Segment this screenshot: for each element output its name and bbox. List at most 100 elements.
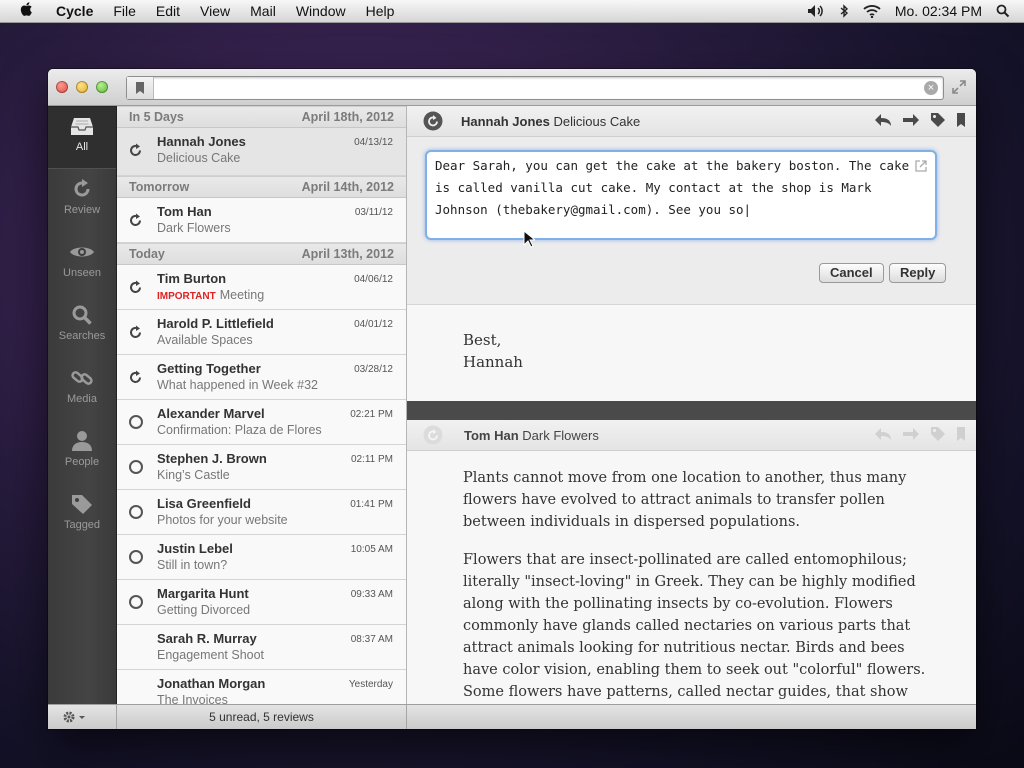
sidebar-item-label: Searches <box>58 330 106 342</box>
cancel-button[interactable]: Cancel <box>819 263 884 283</box>
reply-text: Dear Sarah, you can get the cake at the … <box>435 158 910 217</box>
sidebar-item-label: Review <box>63 204 101 216</box>
message-divider <box>407 401 976 420</box>
sidebar-item-all[interactable]: All <box>48 106 116 169</box>
list-item[interactable]: Jonathan Morgan The Invoices Yesterday <box>117 670 406 704</box>
list-item[interactable]: Tom Han Dark Flowers 03/11/12 <box>117 198 406 243</box>
status-count: 5 unread, 5 reviews <box>209 710 314 724</box>
unread-circle-icon[interactable] <box>128 414 144 430</box>
list-item[interactable]: Tim Burton IMPORTANT Meeting 04/06/12 <box>117 265 406 310</box>
sidebar-item-searches[interactable]: Searches <box>48 295 116 358</box>
paragraph: Plants cannot move from one location to … <box>463 470 907 530</box>
menu-view[interactable]: View <box>200 3 230 19</box>
reply-icon[interactable] <box>874 426 892 442</box>
forward-icon[interactable] <box>902 112 920 128</box>
list-item[interactable]: Sarah R. Murray Engagement Shoot 08:37 A… <box>117 625 406 670</box>
unread-circle-icon[interactable] <box>128 549 144 565</box>
wifi-icon[interactable] <box>863 4 881 18</box>
bookmark-icon[interactable] <box>956 112 966 128</box>
tag-icon[interactable] <box>930 112 946 128</box>
subject: King’s Castle <box>157 468 230 482</box>
list-item[interactable]: Margarita Hunt Getting Divorced 09:33 AM <box>117 580 406 625</box>
sender-name: Margarita Hunt <box>157 586 249 601</box>
bookmark-icon[interactable] <box>956 426 966 442</box>
date: 01:41 PM <box>350 499 393 510</box>
signoff-name: Hannah <box>463 353 523 371</box>
subject: Delicious Cake <box>553 114 641 129</box>
minimize-window-button[interactable] <box>76 81 88 93</box>
unread-circle-icon[interactable] <box>128 504 144 520</box>
apple-menu-icon[interactable] <box>20 1 40 22</box>
eye-icon <box>70 247 94 257</box>
sender-name: Hannah Jones <box>461 114 550 129</box>
sidebar-item-unseen[interactable]: Unseen <box>48 232 116 295</box>
close-window-button[interactable] <box>56 81 68 93</box>
gear-icon[interactable] <box>62 710 86 724</box>
spotlight-search-icon[interactable] <box>996 4 1010 18</box>
clear-search-icon[interactable]: × <box>924 81 938 95</box>
zoom-window-button[interactable] <box>96 81 108 93</box>
search-input[interactable]: × <box>126 76 944 100</box>
reply-textarea[interactable]: Dear Sarah, you can get the cake at the … <box>425 150 937 240</box>
sidebar-item-tagged[interactable]: Tagged <box>48 484 116 547</box>
sidebar-item-review[interactable]: Review <box>48 169 116 232</box>
signoff-line: Best, <box>463 331 502 349</box>
message-actions <box>874 112 966 128</box>
subject: Dark Flowers <box>522 428 599 443</box>
subject: Dark Flowers <box>157 221 231 235</box>
subject: Delicious Cake <box>157 151 241 165</box>
list-item[interactable]: Lisa Greenfield Photos for your website … <box>117 490 406 535</box>
bookmark-icon[interactable] <box>127 77 154 99</box>
list-item[interactable]: Alexander Marvel Confirmation: Plaza de … <box>117 400 406 445</box>
volume-icon[interactable] <box>807 4 825 18</box>
list-item[interactable]: Stephen J. Brown King’s Castle 02:11 PM <box>117 445 406 490</box>
status-bar: 5 unread, 5 reviews <box>48 704 976 729</box>
list-item[interactable]: Justin Lebel Still in town? 10:05 AM <box>117 535 406 580</box>
sidebar-item-label: Media <box>67 393 97 405</box>
group-date: April 13th, 2012 <box>301 247 394 261</box>
sender-name: Tim Burton <box>157 271 227 286</box>
list-item[interactable]: Getting Together What happened in Week #… <box>117 355 406 400</box>
group-header: Tomorrow April 14th, 2012 <box>117 176 406 198</box>
subject: What happened in Week #32 <box>157 378 318 392</box>
sidebar-item-media[interactable]: Media <box>48 358 116 421</box>
sidebar-item-label: Unseen <box>63 267 101 279</box>
unread-circle-icon[interactable] <box>128 459 144 475</box>
reply-icon[interactable] <box>874 112 892 128</box>
fullscreen-icon[interactable] <box>952 80 966 97</box>
forward-icon[interactable] <box>902 426 920 442</box>
group-header: Today April 13th, 2012 <box>117 243 406 265</box>
unread-circle-icon[interactable] <box>128 594 144 610</box>
sidebar-item-people[interactable]: People <box>48 421 116 484</box>
popout-icon[interactable] <box>915 160 927 172</box>
important-badge: IMPORTANT <box>157 291 216 302</box>
review-icon <box>130 143 141 156</box>
review-icon[interactable] <box>423 425 443 445</box>
reply-button[interactable]: Reply <box>889 263 947 283</box>
bluetooth-icon[interactable] <box>839 4 849 18</box>
menu-clock[interactable]: Mo. 02:34 PM <box>895 3 982 19</box>
subject-line: IMPORTANT Meeting <box>157 288 264 302</box>
message-body: Plants cannot move from one location to … <box>407 451 976 704</box>
mouse-cursor-icon <box>523 230 535 248</box>
sender-name: Tom Han <box>464 428 519 443</box>
menu-mail[interactable]: Mail <box>250 3 276 19</box>
menu-help[interactable]: Help <box>366 3 395 19</box>
list-item[interactable]: Harold P. Littlefield Available Spaces 0… <box>117 310 406 355</box>
review-icon[interactable] <box>423 111 443 131</box>
paragraph: Flowers that are insect-pollinated are c… <box>463 552 926 700</box>
sidebar-item-label: All <box>75 141 89 153</box>
tag-icon[interactable] <box>930 426 946 442</box>
sender-name: Sarah R. Murray <box>157 631 257 646</box>
menu-edit[interactable]: Edit <box>156 3 180 19</box>
list-item[interactable]: Hannah Jones Delicious Cake 04/13/12 <box>117 128 406 176</box>
subject: Still in town? <box>157 558 228 572</box>
menu-app-name[interactable]: Cycle <box>56 3 93 19</box>
review-icon <box>130 325 141 338</box>
review-icon <box>130 213 141 226</box>
menu-window[interactable]: Window <box>296 3 346 19</box>
date: 04/06/12 <box>354 274 393 285</box>
menu-file[interactable]: File <box>113 3 136 19</box>
date: 08:37 AM <box>350 634 393 645</box>
subject: Confirmation: Plaza de Flores <box>157 423 322 437</box>
